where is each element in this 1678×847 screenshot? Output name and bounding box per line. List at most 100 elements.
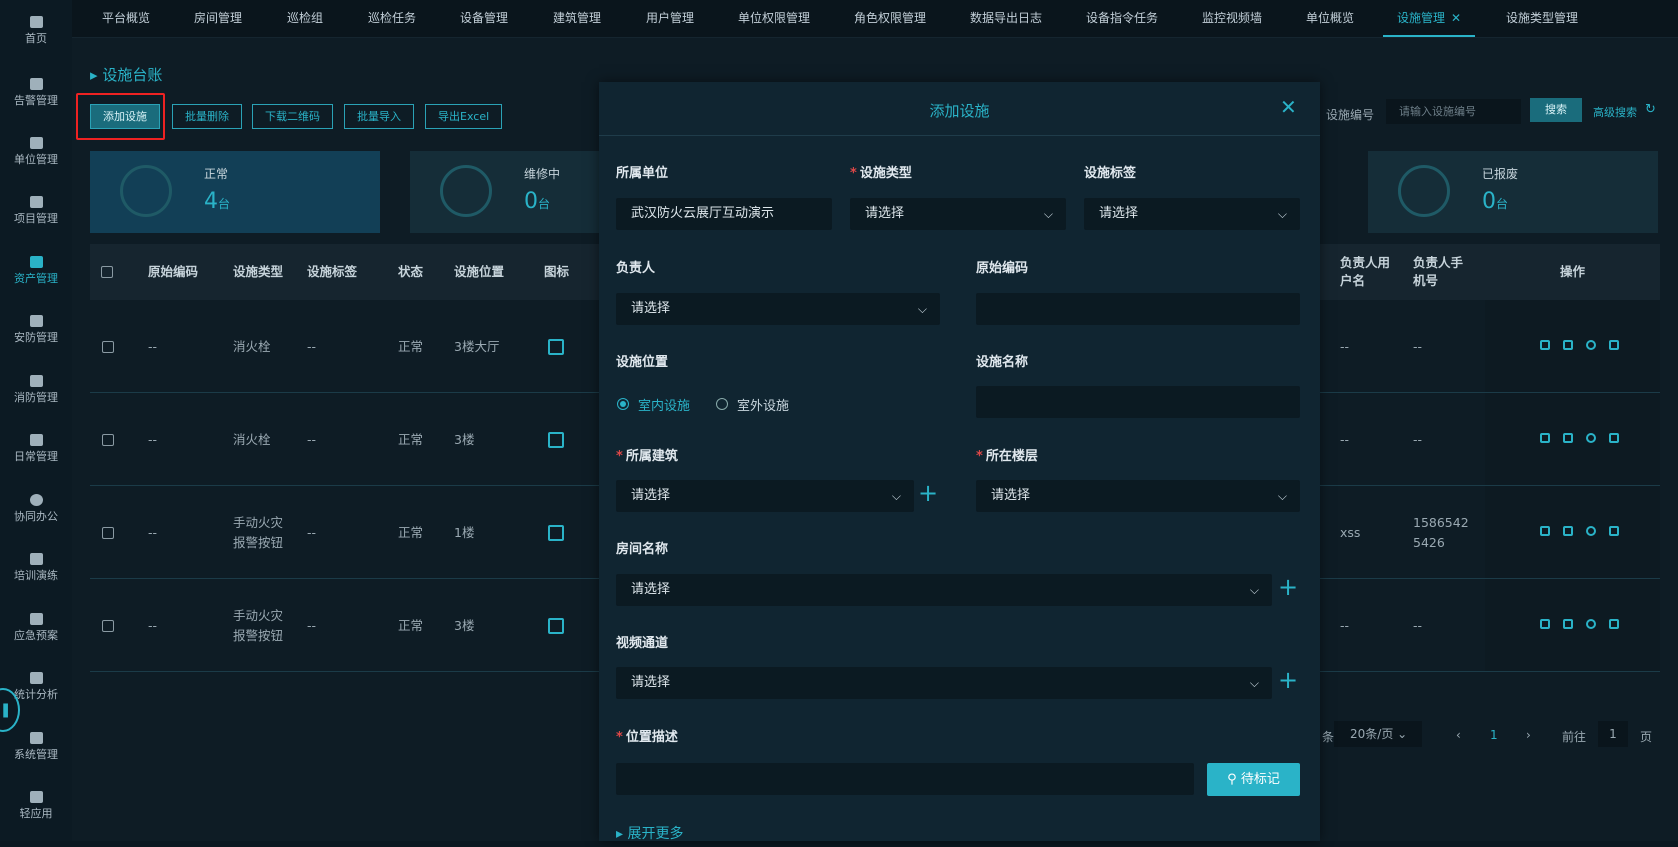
floor-select[interactable]: 请选择 ⌵	[976, 480, 1300, 512]
row-actions	[1485, 300, 1660, 392]
eye-icon[interactable]	[1586, 340, 1596, 350]
search-button[interactable]: 搜索	[1530, 98, 1582, 122]
sidebar-item-alarm[interactable]: 告警管理	[0, 78, 72, 134]
sidebar-item-apps[interactable]: 轻应用	[0, 791, 72, 847]
add-building-icon[interactable]: +	[918, 481, 938, 505]
goto-input[interactable]: 1	[1598, 721, 1628, 747]
type-select[interactable]: 请选择 ⌵	[850, 198, 1066, 230]
tab-facility[interactable]: 设施管理 ✕	[1383, 0, 1476, 37]
alarm-icon	[29, 78, 43, 90]
next-page-icon[interactable]: ›	[1526, 728, 1531, 742]
tab-patrol-task[interactable]: 巡检任务	[368, 0, 416, 37]
sidebar-item-emergency[interactable]: 应急预案	[0, 613, 72, 669]
video-select[interactable]: 请选择 ⌵	[616, 667, 1272, 699]
batch-delete-button[interactable]: 批量删除	[172, 104, 242, 129]
outdoor-radio[interactable]	[716, 398, 728, 410]
building-select-value: 请选择	[631, 488, 671, 503]
trash-icon[interactable]	[1609, 433, 1619, 443]
row-checkbox[interactable]	[102, 434, 114, 446]
tab-platform-overview[interactable]: 平台概览	[102, 0, 150, 37]
orig-code-input[interactable]	[976, 293, 1300, 325]
room-select[interactable]: 请选择 ⌵	[616, 574, 1272, 606]
close-icon[interactable]: ✕	[1280, 95, 1297, 119]
indoor-radio[interactable]	[617, 398, 629, 410]
edit-doc-icon[interactable]	[548, 339, 564, 355]
export-excel-button[interactable]: 导出Excel	[425, 104, 503, 129]
unit-field[interactable]: 武汉防火云展厅互动演示	[616, 198, 832, 230]
batch-import-button[interactable]: 批量导入	[344, 104, 414, 129]
edit-icon[interactable]	[1540, 526, 1550, 536]
sidebar-item-unit[interactable]: 单位管理	[0, 137, 72, 193]
stat-value: 4台	[204, 189, 230, 214]
eye-icon[interactable]	[1586, 433, 1596, 443]
building-select[interactable]: 请选择 ⌵	[616, 480, 914, 512]
sidebar-item-fire[interactable]: 消防管理	[0, 375, 72, 431]
edit-icon[interactable]	[1540, 340, 1550, 350]
edit-doc-icon[interactable]	[548, 618, 564, 634]
edit-icon[interactable]	[1540, 433, 1550, 443]
current-page[interactable]: 1	[1490, 728, 1498, 742]
tab-unit-overview[interactable]: 单位概览	[1306, 0, 1354, 37]
add-room-icon[interactable]: +	[1278, 575, 1298, 599]
row-checkbox[interactable]	[102, 620, 114, 632]
row-checkbox[interactable]	[102, 341, 114, 353]
mark-location-button[interactable]: ⚲ 待标记	[1207, 763, 1300, 796]
tab-building[interactable]: 建筑管理	[553, 0, 601, 37]
row-checkbox[interactable]	[102, 527, 114, 539]
download-qr-button[interactable]: 下载二维码	[252, 104, 333, 129]
name-input[interactable]	[976, 386, 1300, 418]
eye-icon[interactable]	[1586, 619, 1596, 629]
refresh-icon[interactable]: ↻	[1645, 102, 1656, 117]
search-input[interactable]: 请输入设施编号	[1386, 99, 1521, 124]
tab-export-log[interactable]: 数据导出日志	[970, 0, 1042, 37]
add-facility-button[interactable]: 添加设施	[90, 104, 160, 129]
select-all-checkbox[interactable]	[101, 266, 113, 278]
tab-room[interactable]: 房间管理	[194, 0, 242, 37]
trash-icon[interactable]	[1609, 340, 1619, 350]
stat-title: 维修中	[524, 167, 561, 181]
tab-facility-type[interactable]: 设施类型管理	[1506, 0, 1578, 37]
sidebar-item-home[interactable]: 首页	[0, 16, 72, 72]
edit-doc-icon[interactable]	[548, 432, 564, 448]
edit-icon[interactable]	[1540, 619, 1550, 629]
page-size-select[interactable]: 20条/页 ⌄	[1334, 721, 1422, 747]
prev-page-icon[interactable]: ‹	[1456, 728, 1461, 742]
trash-icon[interactable]	[1609, 619, 1619, 629]
tab-role-permission[interactable]: 角色权限管理	[854, 0, 926, 37]
trash-icon[interactable]	[1609, 526, 1619, 536]
tab-video-wall[interactable]: 监控视频墙	[1202, 0, 1262, 37]
qr-code-icon[interactable]	[1563, 526, 1573, 536]
position-desc-input[interactable]	[616, 763, 1194, 795]
cell-type: 手动火灾报警按钮	[233, 608, 284, 643]
tab-device[interactable]: 设备管理	[460, 0, 508, 37]
outdoor-radio-label[interactable]: 室外设施	[737, 395, 789, 414]
qr-code-icon[interactable]	[1563, 340, 1573, 350]
sidebar-item-collab[interactable]: 协同办公	[0, 494, 72, 550]
sidebar-item-security[interactable]: 安防管理	[0, 315, 72, 371]
eye-icon[interactable]	[1586, 526, 1596, 536]
expand-more-link[interactable]: ▸ 展开更多	[616, 823, 683, 843]
sidebar-item-asset[interactable]: 资产管理	[0, 256, 72, 312]
tab-device-command[interactable]: 设备指令任务	[1086, 0, 1158, 37]
gear-icon	[440, 165, 492, 217]
qr-code-icon[interactable]	[1563, 433, 1573, 443]
edit-doc-icon[interactable]	[548, 525, 564, 541]
close-icon[interactable]: ✕	[1451, 11, 1461, 25]
sidebar-item-training[interactable]: 培训演练	[0, 553, 72, 609]
sidebar-item-daily[interactable]: 日常管理	[0, 434, 72, 490]
add-video-icon[interactable]: +	[1278, 668, 1298, 692]
owner-select[interactable]: 请选择 ⌵	[616, 293, 940, 325]
qr-code-icon[interactable]	[1563, 619, 1573, 629]
stat-number: 0	[1482, 189, 1496, 214]
stat-unit: 台	[1496, 197, 1509, 211]
tag-select[interactable]: 请选择 ⌵	[1084, 198, 1300, 230]
stat-value: 0台	[1482, 189, 1508, 214]
advanced-search-link[interactable]: 高级搜索	[1593, 104, 1637, 120]
tab-patrol-group[interactable]: 巡检组	[287, 0, 323, 37]
floor-label: * 所在楼层	[976, 445, 1038, 464]
sidebar-item-system[interactable]: 系统管理	[0, 732, 72, 788]
indoor-radio-label[interactable]: 室内设施	[638, 395, 690, 414]
tab-unit-permission[interactable]: 单位权限管理	[738, 0, 810, 37]
sidebar-item-project[interactable]: 项目管理	[0, 196, 72, 252]
tab-user[interactable]: 用户管理	[646, 0, 694, 37]
